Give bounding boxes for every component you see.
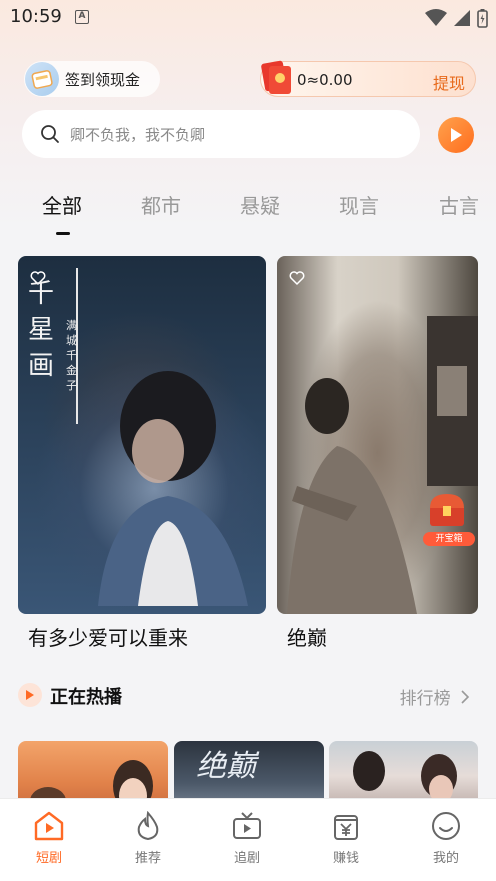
search-placeholder: 卿不负我，我不负卿	[70, 125, 206, 144]
nav-label: 我的	[432, 851, 459, 866]
home-play-icon	[34, 811, 64, 841]
nav-item-profile[interactable]: 我的	[416, 811, 476, 866]
system-icons	[425, 8, 488, 28]
cash-amount: 0≈0.00	[297, 71, 353, 89]
nav-label: 短剧	[35, 851, 62, 866]
tab-suspense[interactable]: 悬疑	[240, 190, 280, 219]
bottom-navigation: 短剧 推荐 追剧 赚钱 我的	[0, 798, 496, 881]
treasure-chest-icon[interactable]	[427, 492, 467, 528]
featured-title-1[interactable]: 有多少爱可以重来	[28, 622, 188, 651]
hot-section-title: 正在热播	[50, 687, 122, 708]
poster-figure-art	[98, 371, 248, 606]
calendar-icon	[25, 62, 59, 96]
nav-item-recommend[interactable]: 推荐	[118, 811, 178, 866]
hot-play-icon	[18, 683, 42, 707]
checkin-button[interactable]: 签到领现金	[24, 61, 160, 97]
smile-icon	[432, 812, 460, 840]
nav-item-shorts[interactable]: 短剧	[19, 811, 79, 866]
nav-label: 赚钱	[332, 851, 359, 866]
flame-icon	[137, 811, 159, 841]
featured-title-2[interactable]: 绝巅	[287, 622, 327, 651]
thumbnail-title: 绝巅	[196, 749, 256, 784]
yen-wallet-icon	[334, 815, 358, 840]
tab-modern-romance[interactable]: 现言	[339, 190, 379, 219]
tab-ancient-romance[interactable]: 古言	[439, 190, 479, 219]
notification-indicator: A	[75, 10, 89, 24]
tv-icon	[233, 812, 261, 839]
status-bar: 10:59 A	[0, 0, 496, 36]
nav-label: 追剧	[233, 851, 260, 866]
search-icon	[41, 125, 59, 143]
checkin-label: 签到领现金	[65, 70, 141, 89]
ranking-link[interactable]: 排行榜	[400, 684, 470, 709]
nav-item-following[interactable]: 追剧	[217, 811, 277, 866]
withdraw-button[interactable]: 提现	[433, 70, 465, 94]
nav-label: 推荐	[134, 851, 161, 866]
status-time: 10:59	[10, 6, 62, 27]
play-icon	[451, 128, 462, 142]
battery-icon	[477, 9, 488, 28]
signal-icon	[454, 10, 470, 26]
poster-scene-art	[287, 316, 478, 614]
play-button[interactable]	[438, 117, 474, 153]
featured-card-2[interactable]: 开宝箱	[277, 256, 478, 614]
wifi-icon	[425, 9, 447, 26]
chevron-right-icon	[461, 690, 470, 704]
cash-balance-pill[interactable]: 0≈0.00 提现	[260, 60, 476, 97]
nav-item-earn[interactable]: 赚钱	[316, 811, 376, 866]
red-packet-icon	[261, 60, 291, 94]
treasure-chest-label[interactable]: 开宝箱	[423, 532, 475, 546]
ranking-label: 排行榜	[399, 689, 451, 709]
poster-title: 千星画	[27, 279, 54, 381]
tab-all[interactable]: 全部	[42, 190, 82, 219]
search-bar[interactable]: 卿不负我，我不负卿	[22, 110, 420, 158]
category-tabs: 全部 都市 悬疑 现言 古言	[0, 188, 496, 238]
hot-section-header: 正在热播 排行榜	[18, 683, 478, 709]
tab-urban[interactable]: 都市	[141, 190, 181, 219]
featured-card-1[interactable]: 千星画 满城千金子	[18, 256, 266, 614]
active-tab-indicator	[56, 232, 70, 235]
